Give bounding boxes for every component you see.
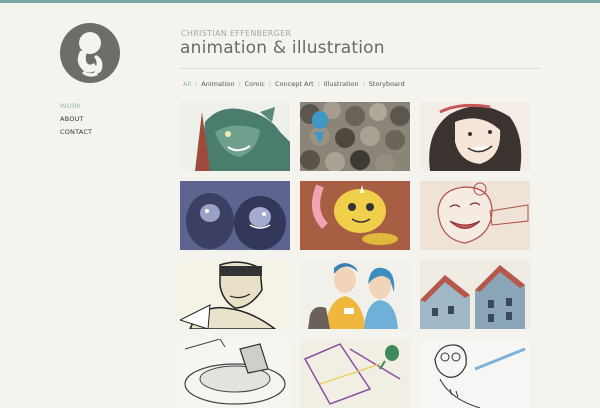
header-divider bbox=[180, 68, 540, 69]
category-filters: All / Animation / Comic / Concept Art / Illustra… bbox=[183, 80, 405, 88]
filter-separator: / bbox=[268, 80, 272, 88]
top-accent-bar bbox=[0, 0, 600, 3]
thumbnail-yellow-creature[interactable] bbox=[300, 181, 410, 250]
thumbnail-glasses-character[interactable] bbox=[420, 339, 530, 408]
filter-separator: / bbox=[362, 80, 365, 88]
nav-item-work[interactable]: WORK bbox=[60, 100, 92, 113]
filter-separator: / bbox=[238, 80, 241, 88]
filter-comic[interactable]: Comic bbox=[245, 80, 265, 88]
filter-storyboard[interactable]: Storyboard bbox=[369, 80, 405, 88]
logo[interactable] bbox=[60, 23, 120, 83]
thumbnail-houses[interactable] bbox=[420, 260, 530, 329]
thumbnail-laughing-girl[interactable] bbox=[420, 181, 530, 250]
thumbnail-purple-lines[interactable] bbox=[300, 339, 410, 408]
site-subtitle: CHRISTIAN EFFENBERGER bbox=[181, 29, 292, 38]
filter-concept-art[interactable]: Concept Art bbox=[275, 80, 314, 88]
logo-character-icon bbox=[77, 32, 103, 77]
filter-separator: / bbox=[195, 80, 198, 88]
thumbnail-goggles-character[interactable] bbox=[180, 260, 290, 329]
thumbnail-green-monster[interactable] bbox=[180, 102, 290, 171]
thumbnail-couple-dog[interactable] bbox=[300, 260, 410, 329]
thumbnail-crowd-bird[interactable] bbox=[300, 102, 410, 171]
nav-item-about[interactable]: ABOUT bbox=[60, 113, 92, 126]
filter-illustration[interactable]: Illustration bbox=[324, 80, 359, 88]
site-title[interactable]: animation & illustration bbox=[180, 38, 385, 58]
filter-all[interactable]: All bbox=[183, 80, 191, 88]
filter-separator: / bbox=[317, 80, 320, 88]
nav-item-contact[interactable]: CONTACT bbox=[60, 126, 92, 139]
thumbnail-smiling-girl[interactable] bbox=[420, 102, 530, 171]
main-nav: WORK ABOUT CONTACT bbox=[60, 100, 92, 139]
thumbnail-vehicle-sketch[interactable] bbox=[180, 339, 290, 408]
filter-animation[interactable]: Animation bbox=[201, 80, 234, 88]
thumbnail-gorillas[interactable] bbox=[180, 181, 290, 250]
